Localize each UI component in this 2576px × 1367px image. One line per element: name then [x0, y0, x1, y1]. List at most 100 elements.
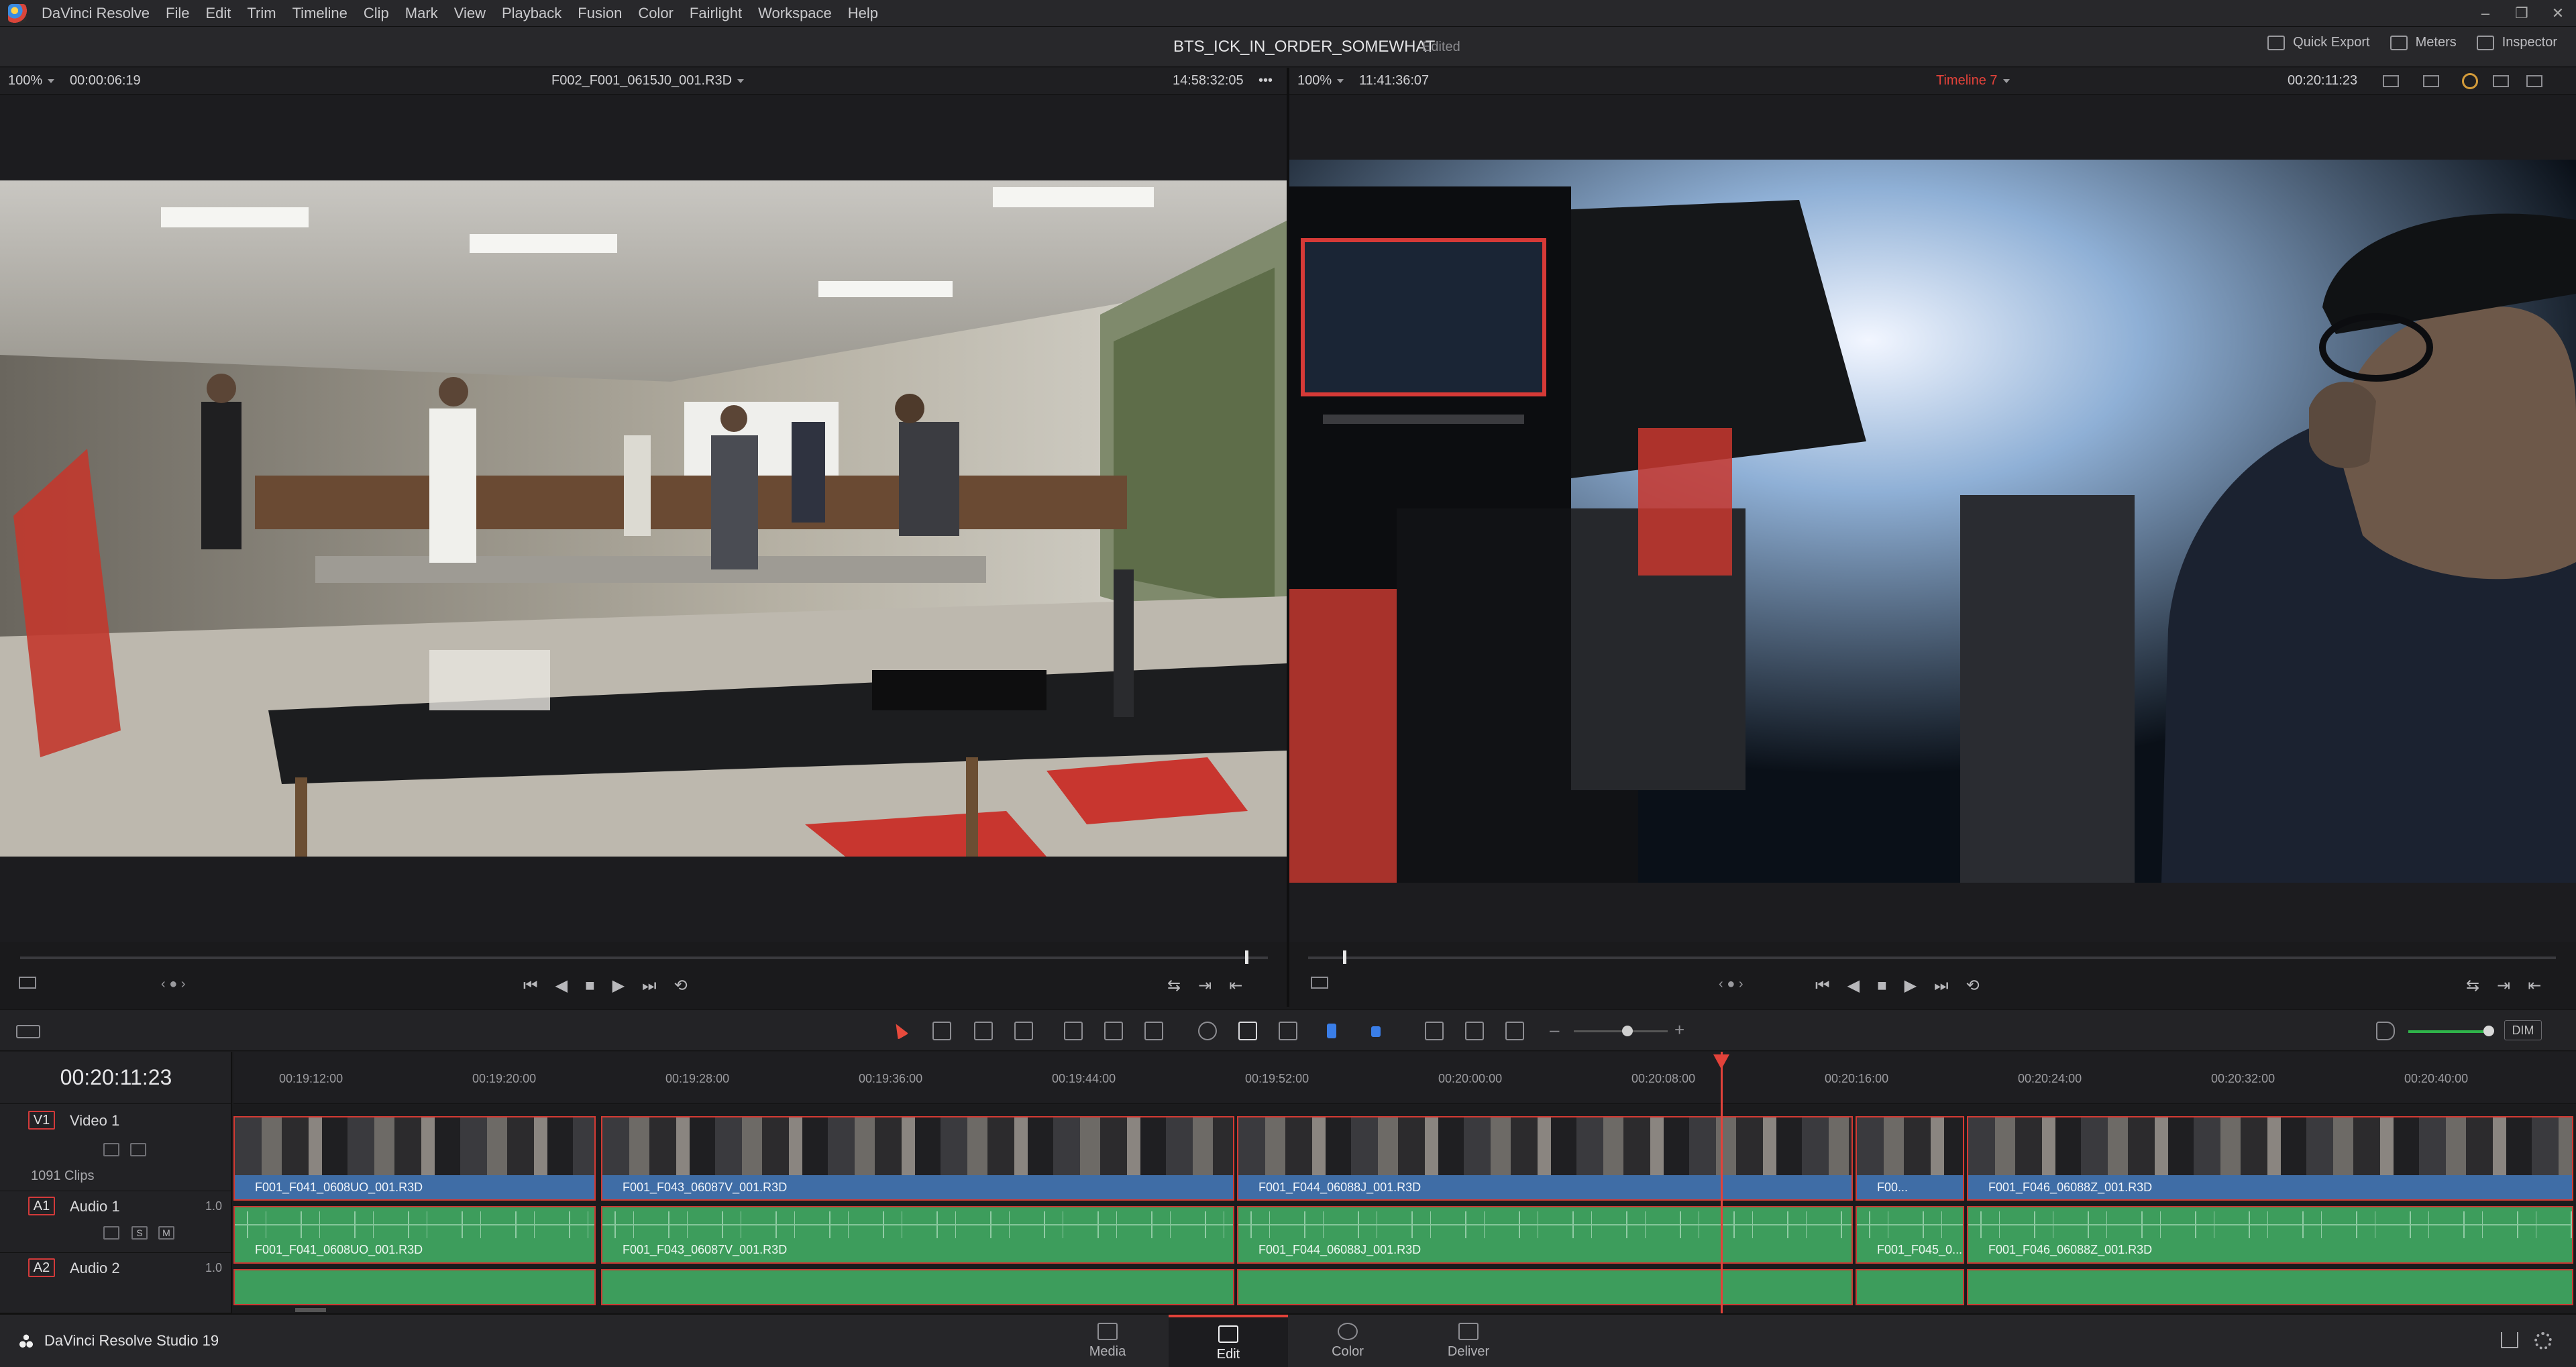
source-zoom-select[interactable]: 100% — [8, 73, 55, 89]
mark-out-icon[interactable]: ⇤ — [2528, 976, 2541, 996]
linked-selection-icon[interactable] — [1238, 1022, 1257, 1040]
timeline-view-options-icon[interactable] — [16, 1025, 40, 1038]
audio-clip[interactable]: F001_F041_0608UO_001.R3D — [233, 1206, 596, 1264]
trim-tool-icon[interactable] — [932, 1022, 951, 1040]
track-visibility-icon[interactable] — [130, 1143, 146, 1156]
gear-icon[interactable] — [2534, 1332, 2552, 1350]
fullscreen-icon[interactable] — [2526, 74, 2542, 87]
zoom-custom-icon[interactable] — [1505, 1022, 1524, 1040]
menu-timeline[interactable]: Timeline — [284, 0, 356, 27]
quick-export-button[interactable]: Quick Export — [2267, 35, 2370, 50]
play-icon[interactable]: ▶ — [612, 976, 625, 996]
menu-playback[interactable]: Playback — [494, 0, 570, 27]
viewer-layout-icon[interactable] — [2383, 74, 2399, 87]
timeline-ruler[interactable]: 00:19:12:00 00:19:20:00 00:19:28:00 00:1… — [233, 1052, 2576, 1104]
close-icon[interactable]: ✕ — [2540, 0, 2576, 27]
go-to-end-icon[interactable]: ⏭ — [642, 976, 657, 996]
source-options-button[interactable]: ••• — [1258, 73, 1273, 89]
page-tab-edit[interactable]: Edit — [1169, 1315, 1288, 1367]
video-clip[interactable]: F001_F046_06088Z_001.R3D — [1967, 1116, 2573, 1201]
dim-button[interactable]: DIM — [2504, 1020, 2542, 1040]
zoom-out-icon[interactable]: – — [1550, 1020, 1559, 1040]
auto-select-icon[interactable] — [103, 1226, 119, 1240]
go-to-start-icon[interactable]: ⏮ — [1815, 976, 1830, 996]
source-jog-control[interactable]: ‹ ● › — [161, 977, 186, 992]
color-scope-icon[interactable] — [2462, 72, 2478, 89]
mark-out-icon[interactable]: ⇤ — [1229, 976, 1242, 996]
menu-view[interactable]: View — [446, 0, 494, 27]
playhead[interactable] — [1721, 1052, 1723, 1313]
stop-icon[interactable]: ■ — [1877, 976, 1887, 996]
track-header-a1[interactable]: A1 Audio 1 1.0 S M — [0, 1193, 232, 1253]
page-tab-media[interactable]: Media — [1048, 1315, 1167, 1367]
video-clip[interactable]: F001_F041_0608UO_001.R3D — [233, 1116, 596, 1201]
timeline-viewer[interactable] — [1289, 95, 2576, 942]
audio-clip[interactable]: F001_F043_06087V_001.R3D — [601, 1206, 1234, 1264]
menu-fairlight[interactable]: Fairlight — [682, 0, 750, 27]
timeline-scrub-handle[interactable] — [1343, 950, 1346, 964]
source-scrub-handle[interactable] — [1245, 950, 1248, 964]
page-tab-deliver[interactable]: Deliver — [1409, 1315, 1528, 1367]
position-lock-icon[interactable] — [1279, 1022, 1297, 1040]
match-frame-icon[interactable]: ⇆ — [1167, 976, 1181, 996]
auto-select-icon[interactable] — [103, 1143, 119, 1156]
audio-clip[interactable]: F001_F045_0... — [1856, 1206, 1964, 1264]
dynamic-trim-icon[interactable] — [974, 1022, 993, 1040]
horizontal-scrollbar[interactable] — [295, 1308, 326, 1312]
speaker-icon[interactable] — [2376, 1022, 2395, 1040]
track-id[interactable]: V1 — [28, 1111, 55, 1130]
zoom-full-icon[interactable] — [1425, 1022, 1444, 1040]
loop-icon[interactable]: ⟲ — [674, 976, 688, 996]
marker-icon[interactable] — [1371, 1026, 1381, 1037]
mark-in-icon[interactable]: ⇥ — [1198, 976, 1212, 996]
play-icon[interactable]: ▶ — [1904, 976, 1917, 996]
overwrite-clip-icon[interactable] — [1104, 1022, 1123, 1040]
track-id[interactable]: A1 — [28, 1197, 55, 1215]
snapping-icon[interactable] — [1198, 1022, 1217, 1040]
timeline-select[interactable]: Timeline 7 — [1936, 73, 2010, 89]
track-header-a2[interactable]: A2 Audio 2 1.0 — [0, 1254, 232, 1313]
viewer-overlay-icon[interactable] — [2423, 74, 2439, 87]
video-clip[interactable]: F001_F044_06088J_001.R3D — [1237, 1116, 1853, 1201]
audio-clip[interactable]: F001_F044_06088J_001.R3D — [1237, 1206, 1853, 1264]
loop-icon[interactable]: ⟲ — [1966, 976, 1980, 996]
timeline-layout-icon[interactable] — [1311, 977, 1328, 989]
track-id[interactable]: A2 — [28, 1258, 55, 1277]
volume-slider[interactable] — [2408, 1030, 2489, 1033]
flag-icon[interactable] — [1327, 1024, 1336, 1038]
menu-mark[interactable]: Mark — [397, 0, 446, 27]
timeline-zoom-select[interactable]: 100% — [1297, 73, 1344, 89]
audio-clip[interactable] — [233, 1269, 596, 1305]
solo-button[interactable]: S — [131, 1226, 148, 1240]
replace-clip-icon[interactable] — [1144, 1022, 1163, 1040]
volume-slider-knob[interactable] — [2483, 1026, 2494, 1036]
audio-clip[interactable] — [601, 1269, 1234, 1305]
zoom-in-icon[interactable]: + — [1674, 1020, 1684, 1040]
menu-color[interactable]: Color — [630, 0, 682, 27]
timeline-scrub-bar[interactable] — [1308, 956, 2556, 959]
minimize-icon[interactable]: – — [2467, 0, 2504, 27]
audio-clip[interactable]: F001_F046_06088Z_001.R3D — [1967, 1206, 2573, 1264]
selection-tool-icon[interactable] — [890, 1020, 909, 1040]
stop-icon[interactable]: ■ — [585, 976, 595, 996]
zoom-slider-knob[interactable] — [1622, 1026, 1633, 1036]
home-icon[interactable] — [2501, 1332, 2518, 1348]
zoom-slider[interactable] — [1574, 1030, 1668, 1032]
match-frame-icon[interactable]: ⇆ — [2466, 976, 2479, 996]
video-clip[interactable]: F00... — [1856, 1116, 1964, 1201]
page-tab-color[interactable]: Color — [1288, 1315, 1407, 1367]
mute-button[interactable]: M — [158, 1226, 174, 1240]
menu-fusion[interactable]: Fusion — [570, 0, 630, 27]
source-scrub-bar[interactable] — [20, 956, 1268, 959]
menu-edit[interactable]: Edit — [197, 0, 239, 27]
play-reverse-icon[interactable]: ◀ — [1847, 976, 1860, 996]
meters-button[interactable]: Meters — [2390, 35, 2457, 50]
source-viewer[interactable] — [0, 95, 1287, 942]
menu-file[interactable]: File — [158, 0, 197, 27]
audio-clip[interactable] — [1237, 1269, 1853, 1305]
menu-help[interactable]: Help — [840, 0, 886, 27]
track-header-v1[interactable]: V1 Video 1 1091 Clips — [0, 1104, 232, 1191]
playhead-handle[interactable] — [1713, 1054, 1729, 1069]
go-to-end-icon[interactable]: ⏭ — [1934, 976, 1949, 996]
go-to-start-icon[interactable]: ⏮ — [523, 976, 538, 996]
